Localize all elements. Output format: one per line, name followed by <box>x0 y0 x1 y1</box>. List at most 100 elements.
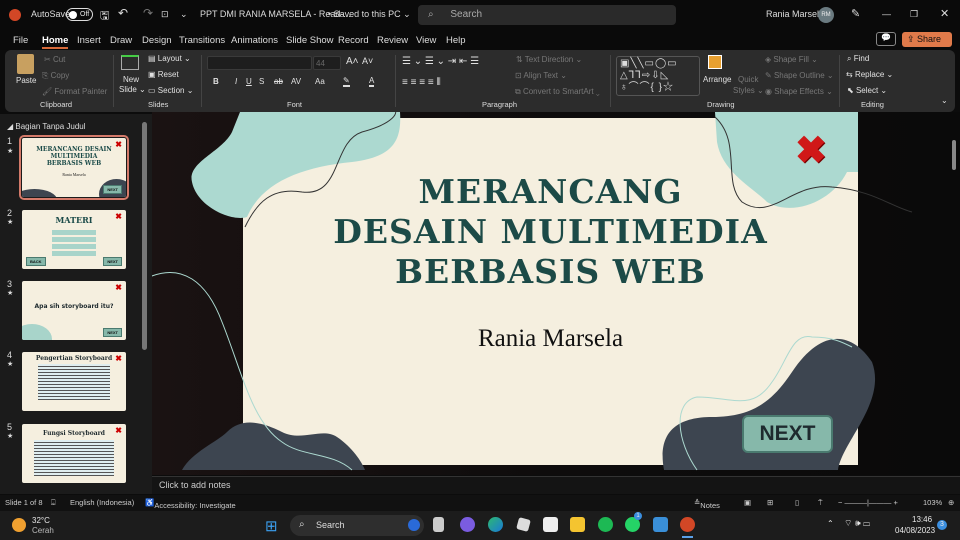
zoom-level[interactable]: 103% <box>923 498 942 507</box>
font-name-input[interactable] <box>207 56 312 70</box>
shape-fill-button[interactable]: ◈ Shape Fill ⌄ <box>765 55 818 64</box>
bullets-icon[interactable]: ☰ ⌄ ☰ ⌄ ⇥ ⇤ ☰ <box>402 56 479 67</box>
section-header[interactable]: ◢ Bagian Tanpa Judul <box>7 122 86 131</box>
quick-styles-dropdown[interactable]: Styles ⌄ <box>733 86 764 95</box>
temperature[interactable]: 32°C <box>32 516 50 525</box>
tab-animations[interactable]: Animations <box>231 35 278 46</box>
start-icon[interactable]: ⊞ <box>265 517 278 535</box>
tray-chevron-icon[interactable]: ⌃ <box>827 519 834 528</box>
tab-record[interactable]: Record <box>338 35 369 46</box>
normal-view-icon[interactable]: ▣ <box>744 498 751 507</box>
teams-icon[interactable] <box>460 517 475 532</box>
tab-home[interactable]: Home <box>42 35 69 49</box>
italic-button[interactable]: I <box>235 77 237 86</box>
quick-styles-button[interactable]: Quick <box>738 75 758 84</box>
taskbar-search[interactable]: ⌕ Search <box>290 515 424 536</box>
shape-outline-button[interactable]: ✎ Shape Outline ⌄ <box>765 71 834 80</box>
accessibility-button[interactable]: ♿ Accessibility: Investigate <box>145 498 236 510</box>
char-spacing-button[interactable]: AV <box>291 77 301 86</box>
change-case-button[interactable]: Aa <box>315 77 325 86</box>
minimize-icon[interactable]: — <box>882 9 891 19</box>
close-icon[interactable]: ✕ <box>940 7 949 20</box>
save-icon[interactable]: 🖫 <box>100 7 109 26</box>
arrange-button[interactable]: Arrange <box>703 75 731 84</box>
align-text-button[interactable]: ⊡ Align Text ⌄ <box>515 71 567 80</box>
highlight-icon[interactable]: ✎ <box>343 76 350 87</box>
autosave-toggle[interactable]: Off <box>66 8 93 21</box>
pen-icon[interactable]: ✎ <box>851 7 860 20</box>
grow-font-icon[interactable]: A˄ <box>346 56 359 67</box>
slide-thumbnail-4[interactable]: Pengertian Storyboard ✖ <box>22 352 126 411</box>
tab-view[interactable]: View <box>416 35 436 46</box>
close-x-icon[interactable]: ✖ <box>795 132 827 170</box>
tab-draw[interactable]: Draw <box>110 35 132 46</box>
strikethrough-button[interactable]: ab <box>274 77 283 86</box>
slide-scrollbar[interactable] <box>952 140 956 170</box>
present-icon[interactable]: ⊡ <box>161 9 169 20</box>
store-icon[interactable] <box>543 517 558 532</box>
user-name[interactable]: Rania Marsela <box>766 9 824 19</box>
tab-insert[interactable]: Insert <box>77 35 101 46</box>
tab-transitions[interactable]: Transitions <box>179 35 225 46</box>
font-color-button[interactable]: A <box>369 76 375 87</box>
avatar[interactable]: RM <box>818 7 834 23</box>
notes-button[interactable]: ≙ Notes <box>694 498 720 510</box>
convert-smartart-button[interactable]: ⧉ Convert to SmartArt ⌄ <box>515 87 600 97</box>
tab-design[interactable]: Design <box>142 35 172 46</box>
save-status[interactable]: • Saved to this PC ⌄ <box>328 9 411 20</box>
align-icons[interactable]: ≡ ≡ ≡ ≡ ⫴ <box>402 77 441 88</box>
replace-button[interactable]: ⇆ Replace ⌄ <box>846 70 893 79</box>
find-button[interactable]: ⌕ Find <box>847 54 869 64</box>
customize-qat-icon[interactable]: ⌄ <box>180 9 188 20</box>
section-button[interactable]: ▭ Section ⌄ <box>148 86 193 95</box>
notification-badge[interactable]: 3 <box>937 520 947 530</box>
photos-icon[interactable] <box>653 517 668 532</box>
cut-button[interactable]: ✂ Cut <box>44 55 65 64</box>
powerpoint-taskbar-icon[interactable] <box>680 517 695 532</box>
underline-button[interactable]: U <box>246 77 252 86</box>
shadow-button[interactable]: S <box>259 77 264 86</box>
slide-thumbnail-2[interactable]: MATERI ✖ BACK NEXT <box>22 210 126 269</box>
new-slide-button[interactable]: New <box>123 75 139 84</box>
paste-button[interactable]: Paste <box>16 76 36 85</box>
notes-pane[interactable]: Click to add notes <box>152 476 960 494</box>
file-explorer-icon[interactable] <box>570 517 585 532</box>
undo-icon[interactable]: ↶ <box>118 6 128 20</box>
clock-time[interactable]: 13:46 <box>912 515 932 524</box>
layout-button[interactable]: ▤ Layout ⌄ <box>148 54 191 63</box>
fit-slide-icon[interactable]: ⊕ <box>948 498 954 507</box>
slide-thumbnail-5[interactable]: Fungsi Storyboard ✖ <box>22 424 126 483</box>
bold-button[interactable]: B <box>213 77 219 86</box>
clock-date[interactable]: 04/08/2023 <box>895 526 935 535</box>
task-view-icon[interactable] <box>433 517 444 532</box>
slide-thumbnail-3[interactable]: Apa sih storyboard itu? ✖ NEXT <box>22 281 126 340</box>
thumbnails-scrollbar[interactable] <box>142 122 147 350</box>
shrink-font-icon[interactable]: A˅ <box>362 56 373 66</box>
redo-icon[interactable]: ↷ <box>143 6 153 20</box>
collapse-ribbon-icon[interactable]: ⌄ <box>941 96 948 105</box>
reading-view-icon[interactable]: ▯ <box>795 498 799 507</box>
reset-button[interactable]: ▣ Reset <box>148 70 179 79</box>
copy-button[interactable]: ⎘ Copy <box>42 71 69 81</box>
comments-button[interactable]: 💬 <box>876 32 896 46</box>
slide-thumbnail-1[interactable]: MERANCANG DESAIN MULTIMEDIA BERBASIS WEB… <box>19 135 129 200</box>
search-box[interactable]: ⌕ Search <box>418 5 676 25</box>
tab-review[interactable]: Review <box>377 35 408 46</box>
next-button[interactable]: NEXT <box>742 415 833 453</box>
slideshow-icon[interactable]: ⍑ <box>818 498 823 508</box>
tab-help[interactable]: Help <box>446 35 466 46</box>
text-direction-button[interactable]: ⇅ Text Direction ⌄ <box>516 55 582 64</box>
select-button[interactable]: ⬉ Select ⌄ <box>847 86 887 95</box>
slide-sorter-icon[interactable]: ⊞ <box>767 498 773 507</box>
tab-file[interactable]: File <box>13 35 28 46</box>
wifi-volume-battery-icons[interactable]: ⌔ 🕪 ▭ <box>844 518 870 529</box>
format-painter-button[interactable]: 🖌 Format Painter <box>42 87 107 96</box>
shapes-gallery[interactable]: ▣╲╲▭◯▭ △⅂⅂⇨⇩◺ ♁⌒⌒{ }☆ <box>616 56 700 96</box>
language-button[interactable]: English (Indonesia) <box>70 498 134 507</box>
restore-icon[interactable]: ❐ <box>910 9 918 20</box>
shape-effects-button[interactable]: ◉ Shape Effects ⌄ <box>765 87 833 96</box>
edge-icon[interactable] <box>488 517 503 532</box>
share-button[interactable]: ⇪ Share ⌄ <box>902 32 952 55</box>
tab-slide-show[interactable]: Slide Show <box>286 35 334 46</box>
spellcheck-icon[interactable]: ⌹ <box>51 498 56 508</box>
